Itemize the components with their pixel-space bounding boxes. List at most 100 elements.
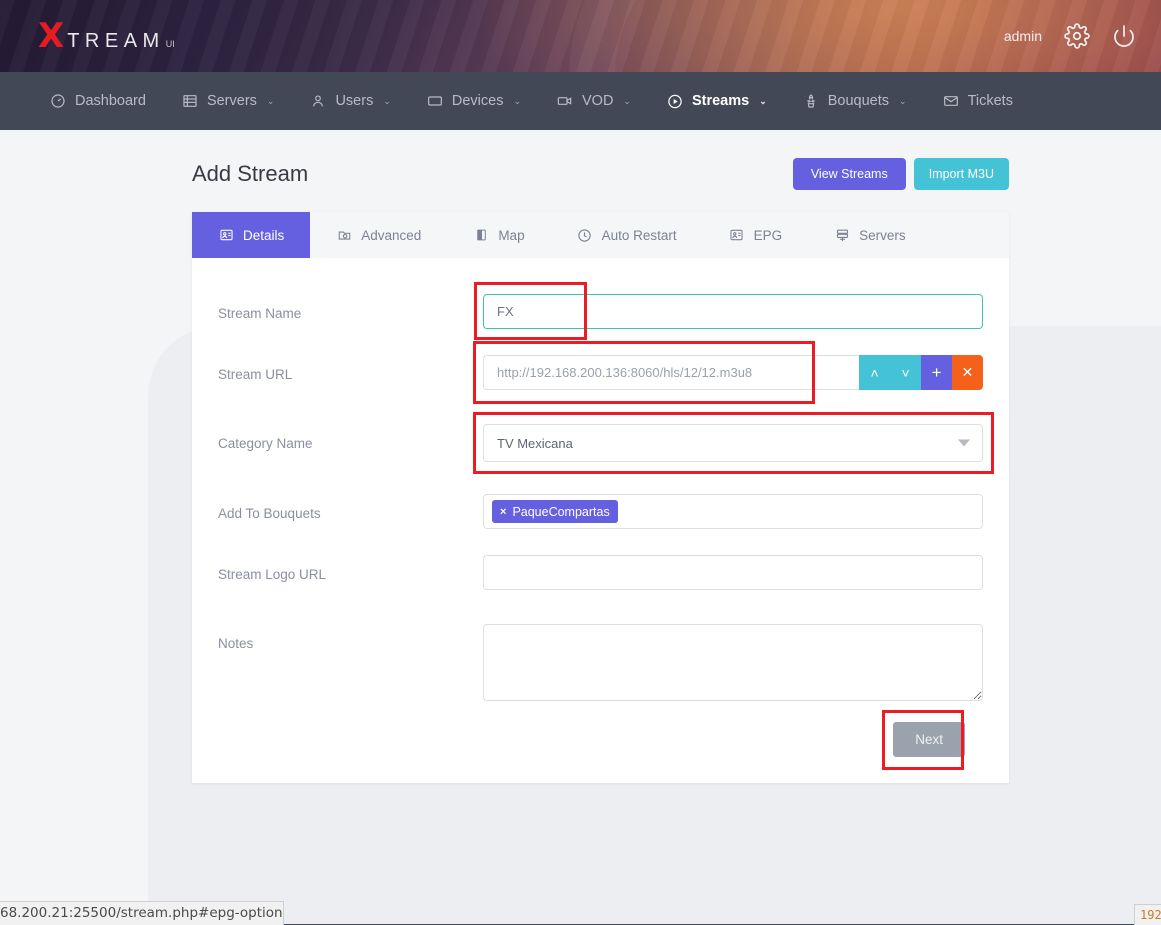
notes-textarea[interactable] bbox=[483, 624, 983, 701]
clock-icon bbox=[577, 228, 593, 243]
stream-icon bbox=[667, 93, 683, 109]
next-button-wrap: Next bbox=[893, 722, 965, 757]
move-up-button[interactable]: ˄ bbox=[859, 355, 890, 390]
chevron-down-icon: ⌄ bbox=[899, 96, 907, 107]
admin-username[interactable]: admin bbox=[1004, 28, 1042, 44]
bouquet-tag-label: PaqueCompartas bbox=[512, 505, 609, 519]
remove-tag-icon[interactable]: × bbox=[500, 506, 506, 518]
view-streams-button[interactable]: View Streams bbox=[793, 158, 906, 190]
field-row-category-name: Category Name TV Mexicana bbox=[218, 424, 983, 462]
bouquet-icon bbox=[803, 93, 819, 109]
mail-icon bbox=[943, 93, 959, 109]
nav-label: Bouquets bbox=[828, 93, 889, 109]
logo-wordmark: TREAM bbox=[67, 30, 165, 53]
details-icon bbox=[218, 228, 234, 243]
map-icon bbox=[473, 228, 489, 243]
nav-item-devices[interactable]: Devices ⌄ bbox=[409, 72, 539, 130]
tab-map[interactable]: Map bbox=[447, 212, 550, 258]
nav-item-tickets[interactable]: Tickets bbox=[925, 72, 1031, 130]
video-icon bbox=[557, 93, 573, 109]
nav-item-dashboard[interactable]: Dashboard bbox=[32, 72, 164, 130]
field-row-notes: Notes bbox=[218, 624, 983, 706]
browser-status-bar: 68.200.21:25500/stream.php#epg-options bbox=[0, 901, 284, 925]
nav-item-streams[interactable]: Streams ⌄ bbox=[649, 72, 785, 130]
add-url-button[interactable]: + bbox=[921, 355, 952, 390]
nav-label: Users bbox=[335, 93, 373, 109]
tab-advanced[interactable]: Advanced bbox=[310, 212, 447, 258]
add-stream-card: Details Advanced Map Auto Restart bbox=[192, 212, 1009, 783]
logo-x-mark: X bbox=[38, 19, 64, 53]
tab-epg[interactable]: EPG bbox=[703, 212, 809, 258]
bouquet-tag[interactable]: × PaqueCompartas bbox=[492, 500, 618, 523]
tab-details[interactable]: Details bbox=[192, 212, 310, 258]
category-selected-value: TV Mexicana bbox=[497, 436, 573, 451]
nav-item-bouquets[interactable]: Bouquets ⌄ bbox=[785, 72, 925, 130]
power-icon[interactable] bbox=[1112, 24, 1136, 48]
logo-superscript: UI bbox=[166, 39, 175, 49]
servers-icon bbox=[182, 93, 198, 109]
servers-tab-icon bbox=[834, 228, 850, 243]
remove-url-button[interactable]: ✕ bbox=[952, 355, 983, 390]
category-name-select[interactable]: TV Mexicana bbox=[483, 424, 983, 462]
header-actions: admin bbox=[1004, 23, 1136, 49]
import-m3u-button[interactable]: Import M3U bbox=[914, 158, 1009, 190]
tab-servers[interactable]: Servers bbox=[808, 212, 932, 258]
form-tabs: Details Advanced Map Auto Restart bbox=[192, 212, 1009, 258]
add-stream-form: Stream Name Stream URL ˄ ˅ + ✕ bbox=[192, 258, 1009, 706]
stream-url-label: Stream URL bbox=[218, 355, 483, 382]
field-row-stream-logo-url: Stream Logo URL bbox=[218, 555, 983, 590]
stream-name-input[interactable] bbox=[483, 294, 983, 329]
logo[interactable]: X TREAM UI bbox=[38, 19, 175, 53]
category-name-label: Category Name bbox=[218, 424, 483, 451]
stream-name-label: Stream Name bbox=[218, 294, 483, 321]
bouquets-tag-input[interactable]: × PaqueCompartas bbox=[483, 494, 983, 529]
nav-item-users[interactable]: Users ⌄ bbox=[292, 72, 408, 130]
epg-icon bbox=[729, 228, 745, 243]
stream-url-input[interactable] bbox=[483, 355, 859, 390]
page-title: Add Stream bbox=[192, 161, 308, 187]
field-row-stream-url: Stream URL ˄ ˅ + ✕ bbox=[218, 355, 983, 390]
move-down-button[interactable]: ˅ bbox=[890, 355, 921, 390]
tab-label: Map bbox=[498, 228, 524, 243]
device-icon bbox=[427, 93, 443, 109]
field-row-add-to-bouquets: Add To Bouquets × PaqueCompartas bbox=[218, 494, 983, 529]
page-body: Add Stream View Streams Import M3U Detai… bbox=[0, 130, 1161, 924]
gear-icon[interactable] bbox=[1064, 23, 1090, 49]
tab-label: Auto Restart bbox=[602, 228, 677, 243]
add-to-bouquets-label: Add To Bouquets bbox=[218, 494, 483, 521]
stream-logo-url-label: Stream Logo URL bbox=[218, 555, 483, 582]
tab-label: EPG bbox=[754, 228, 783, 243]
nav-label: Servers bbox=[207, 93, 257, 109]
stream-url-group: ˄ ˅ + ✕ bbox=[483, 355, 983, 390]
field-row-stream-name: Stream Name bbox=[218, 294, 983, 329]
form-footer: Next bbox=[192, 716, 1009, 757]
chevron-down-icon: ⌄ bbox=[267, 96, 275, 107]
chevron-down-icon: ⌄ bbox=[513, 96, 521, 107]
browser-corner-chip: 192 bbox=[1134, 904, 1161, 925]
nav-label: Tickets bbox=[968, 93, 1013, 109]
nav-label: Streams bbox=[692, 93, 749, 109]
nav-item-vod[interactable]: VOD ⌄ bbox=[539, 72, 649, 130]
page-header: Add Stream View Streams Import M3U bbox=[192, 130, 1009, 190]
tab-label: Advanced bbox=[361, 228, 421, 243]
app-header: X TREAM UI admin bbox=[0, 0, 1161, 72]
tab-label: Details bbox=[243, 228, 284, 243]
next-button[interactable]: Next bbox=[893, 722, 965, 757]
user-icon bbox=[310, 93, 326, 109]
tab-auto-restart[interactable]: Auto Restart bbox=[551, 212, 703, 258]
chevron-down-icon: ⌄ bbox=[623, 96, 631, 107]
nav-label: Devices bbox=[452, 93, 504, 109]
nav-item-servers[interactable]: Servers ⌄ bbox=[164, 72, 293, 130]
page-action-buttons: View Streams Import M3U bbox=[793, 158, 1009, 190]
advanced-icon bbox=[336, 228, 352, 243]
notes-label: Notes bbox=[218, 624, 483, 651]
chevron-down-icon: ⌄ bbox=[759, 96, 767, 107]
main-navigation: Dashboard Servers ⌄ Users ⌄ Devices ⌄ VO… bbox=[0, 72, 1161, 130]
dashboard-icon bbox=[50, 93, 66, 109]
stream-logo-url-input[interactable] bbox=[483, 555, 983, 590]
chevron-down-icon: ⌄ bbox=[383, 96, 391, 107]
tab-label: Servers bbox=[859, 228, 906, 243]
chevron-down-icon[interactable] bbox=[958, 440, 970, 447]
nav-label: VOD bbox=[582, 93, 613, 109]
category-select-wrap: TV Mexicana bbox=[483, 424, 983, 462]
